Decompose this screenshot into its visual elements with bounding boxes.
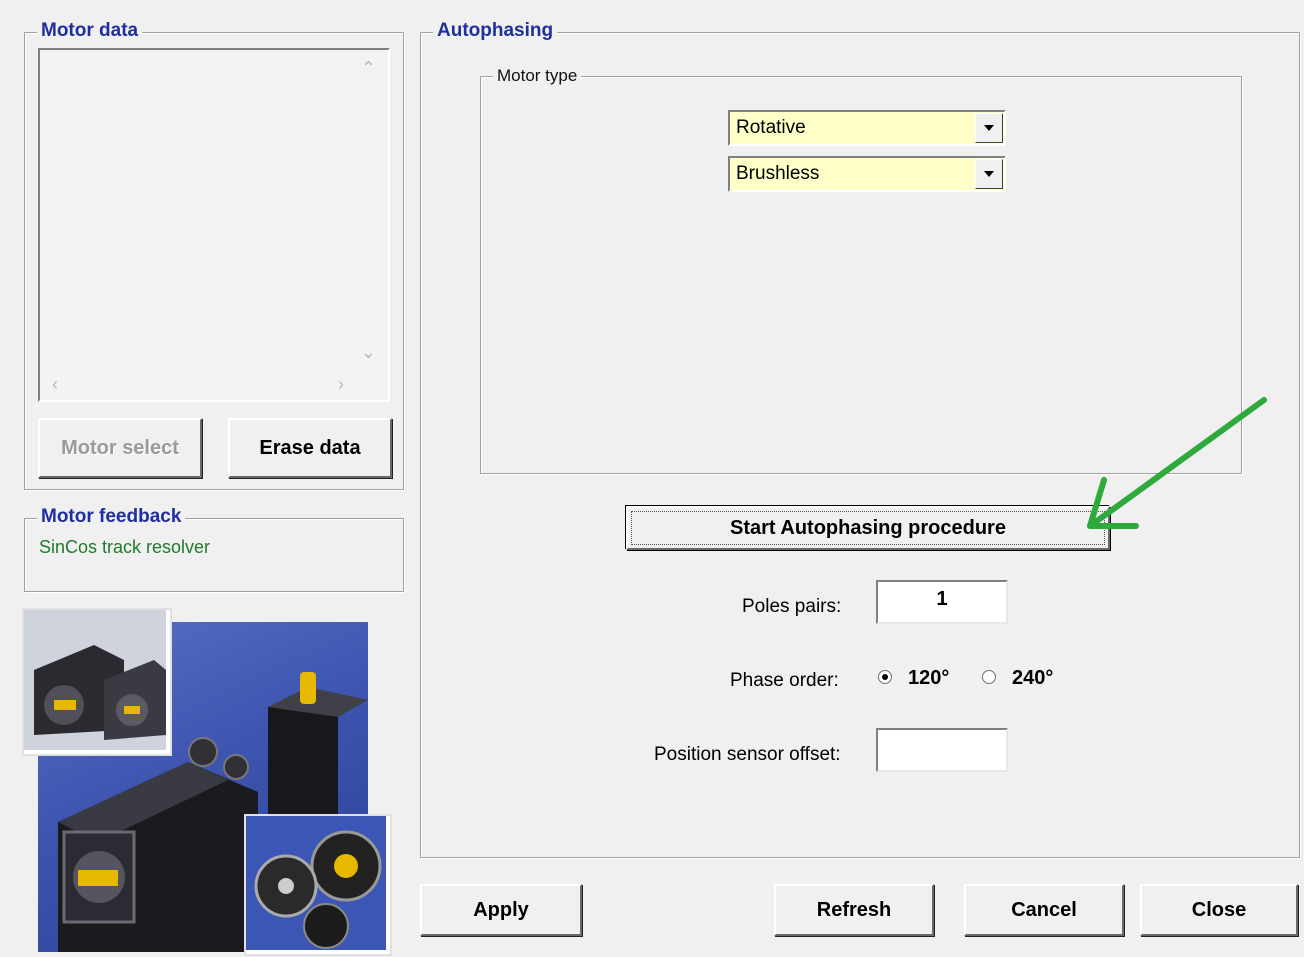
motor-type-title: Motor type (493, 66, 582, 86)
position-sensor-offset-label: Position sensor offset: (654, 744, 841, 765)
motor-photo-inset-top (22, 608, 172, 756)
phase-order-240-radio[interactable] (982, 670, 996, 684)
close-button[interactable]: Close (1140, 884, 1298, 936)
resolver-illustration (246, 816, 386, 950)
apply-label: Apply (473, 898, 529, 921)
focus-rectangle (631, 511, 1105, 545)
phase-order-120-label[interactable]: 120° (908, 667, 949, 690)
erase-data-label: Erase data (259, 436, 361, 459)
scroll-right-icon[interactable]: › (338, 374, 344, 395)
cancel-button[interactable]: Cancel (964, 884, 1124, 936)
poles-pairs-label: Poles pairs: (742, 596, 842, 617)
motor-data-title: Motor data (37, 20, 143, 42)
motor-data-list[interactable]: ⌃ ⌄ ‹ › (38, 48, 390, 402)
phase-order-label: Phase order: (730, 670, 839, 691)
refresh-label: Refresh (816, 898, 892, 921)
cancel-label: Cancel (1011, 898, 1077, 921)
erase-data-button[interactable]: Erase data (228, 418, 392, 478)
chevron-down-icon[interactable] (975, 159, 1003, 189)
motor-select-button[interactable]: Motor select (38, 418, 202, 478)
chevron-down-icon[interactable] (975, 113, 1003, 143)
motor-photo-inset-bottom (244, 814, 392, 956)
motor-feedback-group: Motor feedback SinCos track resolver (24, 506, 404, 592)
phase-order-240-label[interactable]: 240° (1012, 667, 1053, 690)
position-sensor-offset-input[interactable] (876, 728, 1008, 772)
close-label: Close (1191, 898, 1247, 921)
poles-pairs-input[interactable]: 1 (876, 580, 1008, 624)
motor-select-label: Motor select (61, 436, 179, 459)
motor-feedback-value: SinCos track resolver (39, 537, 211, 557)
green-arrow-icon (1087, 397, 1267, 529)
apply-button[interactable]: Apply (420, 884, 582, 936)
motor-photo-collage (22, 608, 392, 956)
motor-kind-value: Brushless (736, 163, 820, 184)
refresh-button[interactable]: Refresh (774, 884, 934, 936)
motor-feedback-title: Motor feedback (37, 506, 186, 528)
motion-type-select[interactable]: Rotative (728, 110, 1006, 146)
scroll-left-icon[interactable]: ‹ (52, 374, 58, 395)
motion-type-value: Rotative (736, 117, 806, 138)
motor-kind-select[interactable]: Brushless (728, 156, 1006, 192)
phase-order-120-radio[interactable] (878, 670, 892, 684)
scroll-up-icon[interactable]: ⌃ (361, 58, 376, 79)
motor-pair-illustration (24, 610, 166, 750)
autophasing-title: Autophasing (433, 20, 558, 42)
scroll-down-icon[interactable]: ⌄ (361, 342, 376, 363)
start-autophasing-button[interactable]: Start Autophasing procedure (626, 506, 1110, 550)
